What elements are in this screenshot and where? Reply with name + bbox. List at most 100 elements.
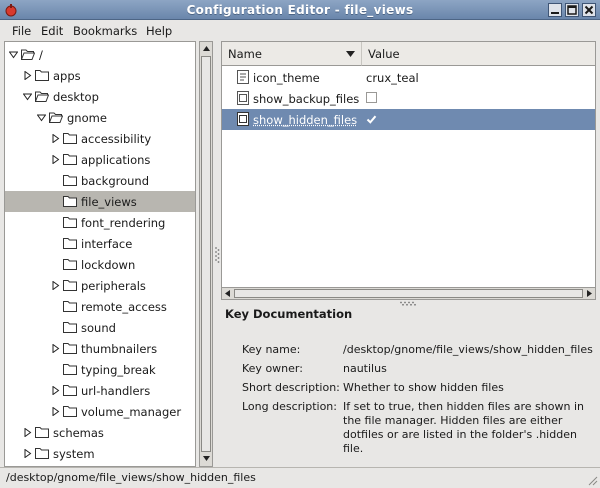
- tree-item-label: file_views: [81, 195, 137, 209]
- check-icon[interactable]: [366, 114, 377, 125]
- key-documentation-panel: Key Documentation Key name: /desktop/gno…: [221, 306, 596, 466]
- tree-item[interactable]: /: [5, 44, 195, 65]
- scroll-down-icon[interactable]: [201, 453, 212, 464]
- expander-open-icon[interactable]: [23, 92, 32, 101]
- folder-icon: [63, 133, 77, 144]
- key-row-selected[interactable]: show_hidden_files: [222, 109, 595, 130]
- tree-item[interactable]: file_views: [5, 191, 195, 212]
- expander-closed-icon[interactable]: [51, 155, 60, 164]
- tree-item[interactable]: apps: [5, 65, 195, 86]
- keys-hscrollbar[interactable]: [221, 287, 596, 300]
- tree-item-label: peripherals: [81, 279, 146, 293]
- scroll-up-icon[interactable]: [201, 43, 212, 54]
- folder-icon: [63, 196, 77, 207]
- expander-closed-icon[interactable]: [51, 134, 60, 143]
- tree-item-label: gnome: [67, 111, 107, 125]
- tree-item[interactable]: font_rendering: [5, 212, 195, 233]
- folder-icon: [35, 70, 49, 81]
- tree-item-label: typing_break: [81, 363, 156, 377]
- menu-bookmarks[interactable]: Bookmarks: [73, 24, 137, 38]
- pane-divider-grip[interactable]: [214, 245, 220, 265]
- key-value[interactable]: crux_teal: [366, 71, 419, 85]
- tree-item[interactable]: peripherals: [5, 275, 195, 296]
- scroll-right-icon[interactable]: [584, 289, 594, 298]
- folder-icon: [63, 217, 77, 228]
- tree-item[interactable]: interface: [5, 233, 195, 254]
- tree-item[interactable]: accessibility: [5, 128, 195, 149]
- tree-item[interactable]: typing_break: [5, 359, 195, 380]
- tree-item-label: thumbnailers: [81, 342, 158, 356]
- tree-item[interactable]: schemas: [5, 422, 195, 443]
- short-description-value: Whether to show hidden files: [343, 381, 504, 394]
- menu-edit[interactable]: Edit: [41, 24, 63, 38]
- expander-closed-icon[interactable]: [51, 281, 60, 290]
- tree-item-label: font_rendering: [81, 216, 166, 230]
- folder-icon: [63, 238, 77, 249]
- menu-bar: File Edit Bookmarks Help: [0, 20, 600, 41]
- minimize-button[interactable]: [548, 3, 562, 17]
- keys-list[interactable]: Name Value icon_theme crux_teal show_bac…: [221, 41, 596, 288]
- key-owner-label: Key owner:: [242, 362, 303, 375]
- long-description-label: Long description:: [242, 400, 337, 413]
- folder-icon: [63, 301, 77, 312]
- menu-file[interactable]: File: [12, 24, 31, 38]
- expander-open-icon[interactable]: [9, 50, 18, 59]
- window-title: Configuration Editor - file_views: [186, 3, 414, 17]
- key-name: show_hidden_files: [253, 113, 358, 127]
- expander-closed-icon[interactable]: [51, 344, 60, 353]
- tree-item-label: interface: [81, 237, 133, 251]
- tree-item-label: /: [39, 48, 43, 62]
- title-bar: Configuration Editor - file_views: [0, 0, 600, 20]
- string-key-icon: [237, 70, 249, 84]
- tree-item-label: applications: [81, 153, 151, 167]
- tree-item[interactable]: lockdown: [5, 254, 195, 275]
- tree-item-label: system: [53, 447, 95, 461]
- tree-item[interactable]: gnome: [5, 107, 195, 128]
- column-header-name[interactable]: Name: [222, 42, 362, 66]
- tree-item[interactable]: volume_manager: [5, 401, 195, 422]
- value-checkbox[interactable]: [366, 92, 377, 103]
- key-name-value: /desktop/gnome/file_views/show_hidden_fi…: [343, 343, 593, 356]
- menu-help[interactable]: Help: [146, 24, 172, 38]
- expander-closed-icon[interactable]: [51, 386, 60, 395]
- tree-item[interactable]: url-handlers: [5, 380, 195, 401]
- folder-icon: [63, 364, 77, 375]
- key-row[interactable]: show_backup_files: [222, 88, 595, 109]
- key-row[interactable]: icon_theme crux_teal: [222, 67, 595, 88]
- resize-grip-icon[interactable]: [586, 474, 598, 486]
- maximize-icon: [567, 5, 577, 15]
- expander-closed-icon[interactable]: [51, 407, 60, 416]
- tree-item-label: schemas: [53, 426, 104, 440]
- bool-key-icon: [237, 112, 249, 126]
- tree-scrollbar[interactable]: [199, 41, 213, 467]
- tree-item[interactable]: thumbnailers: [5, 338, 195, 359]
- tree-scroll-thumb[interactable]: [201, 56, 211, 452]
- tree-item[interactable]: remote_access: [5, 296, 195, 317]
- status-bar: /desktop/gnome/file_views/show_hidden_fi…: [0, 467, 600, 488]
- key-name-label: Key name:: [242, 343, 301, 356]
- tree-item[interactable]: applications: [5, 149, 195, 170]
- tree-item[interactable]: sound: [5, 317, 195, 338]
- tree-item-label: url-handlers: [81, 384, 151, 398]
- folder-icon: [63, 154, 77, 165]
- scroll-left-icon[interactable]: [223, 289, 233, 298]
- folder-icon: [35, 427, 49, 438]
- folder-icon: [63, 280, 77, 291]
- keys-hscroll-thumb[interactable]: [234, 289, 583, 298]
- expander-closed-icon[interactable]: [23, 449, 32, 458]
- tree-item-label: remote_access: [81, 300, 167, 314]
- long-description-value: If set to true, then hidden files are sh…: [343, 400, 584, 455]
- directory-tree[interactable]: / apps desktop gnome accessibility applicatio…: [4, 41, 196, 467]
- expander-closed-icon[interactable]: [23, 428, 32, 437]
- column-header-value[interactable]: Value: [362, 42, 595, 66]
- tree-item-label: apps: [53, 69, 81, 83]
- expander-closed-icon[interactable]: [23, 71, 32, 80]
- tree-item[interactable]: desktop: [5, 86, 195, 107]
- tree-item[interactable]: background: [5, 170, 195, 191]
- close-button[interactable]: [582, 3, 596, 17]
- expander-open-icon[interactable]: [37, 113, 46, 122]
- short-description-label: Short description:: [242, 381, 340, 394]
- maximize-button[interactable]: [565, 3, 579, 17]
- tree-item[interactable]: system: [5, 443, 195, 464]
- folder-icon: [63, 175, 77, 186]
